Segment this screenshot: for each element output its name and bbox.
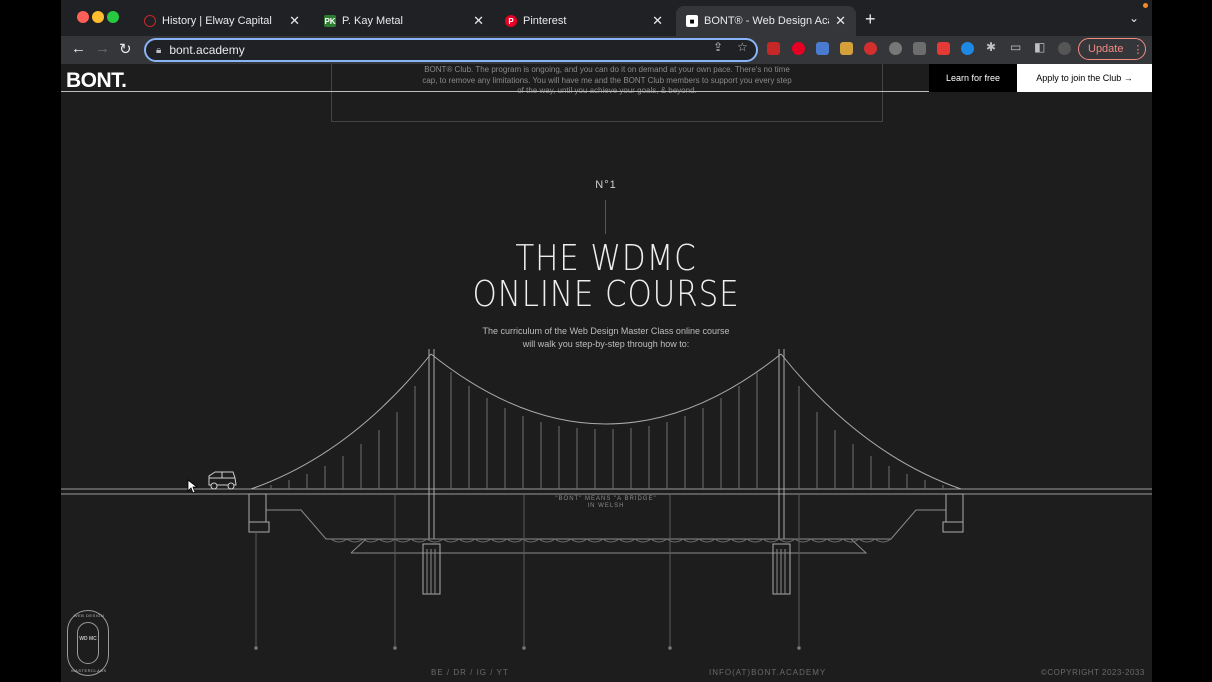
extension-pinterest-icon[interactable]	[792, 42, 805, 55]
reload-icon[interactable]: ↻	[119, 40, 132, 58]
wdmc-badge-logo: WEB DESIGN WD MC MASTERCLASS	[67, 610, 109, 676]
bridge-caption: "BONT" MEANS "A BRIDGE" IN WELSH	[541, 496, 671, 510]
extension-notes-icon[interactable]	[840, 42, 853, 55]
new-tab-button[interactable]: +	[865, 9, 876, 30]
extension-lastpass-icon[interactable]	[767, 42, 780, 55]
back-arrow-icon[interactable]: ←	[71, 40, 86, 57]
headline-line-1: THE WDMC	[515, 238, 697, 279]
extension-blue-icon[interactable]	[961, 42, 974, 55]
bridge-caption-line-1: "BONT" MEANS "A BRIDGE"	[555, 496, 657, 502]
extension-grid-icon[interactable]	[913, 42, 926, 55]
page-viewport: BONT® Club. The program is ongoing, and …	[61, 64, 1152, 682]
update-label: Update	[1088, 43, 1124, 55]
car-icon	[208, 471, 237, 490]
badge-top-text: WEB DESIGN	[73, 613, 105, 618]
close-tab-icon[interactable]: ✕	[289, 13, 300, 29]
close-tab-icon[interactable]: ✕	[652, 13, 663, 29]
footer-email-link[interactable]: INFO(AT)BONT.ACADEMY	[709, 668, 826, 677]
extension-k-icon[interactable]	[889, 42, 902, 55]
side-panel-icon[interactable]: ◧	[1034, 40, 1045, 54]
tab-elway-capital[interactable]: History | Elway Capital ✕	[134, 6, 310, 36]
badge-center: WD MC	[77, 622, 99, 664]
footer-copyright: ©COPYRIGHT 2023-2033	[1041, 668, 1145, 677]
pk-favicon-icon: PK	[324, 15, 336, 27]
tab-strip: History | Elway Capital ✕ PK P. Kay Meta…	[61, 0, 1152, 36]
update-button[interactable]: Update ⋮	[1078, 38, 1146, 60]
section-number: N°1	[595, 179, 617, 191]
minimize-window-button[interactable]	[92, 11, 104, 23]
bookmark-star-icon[interactable]: ☆	[737, 40, 748, 54]
tab-title: P. Kay Metal	[342, 15, 403, 27]
extension-dots-icon[interactable]	[937, 42, 950, 55]
extensions-puzzle-icon[interactable]: ✱	[986, 40, 996, 54]
page-headline: THE WDMC ONLINE COURSE	[430, 241, 783, 313]
url-text: bont.academy	[169, 43, 245, 57]
tab-bont-academy[interactable]: ■ BONT® - Web Design Academ ✕	[676, 6, 856, 36]
extension-new-icon[interactable]	[816, 42, 829, 55]
tab-search-chevron-icon[interactable]: ⌄	[1129, 11, 1139, 25]
close-tab-icon[interactable]: ✕	[835, 13, 846, 29]
badge-bottom-text: MASTERCLASS	[71, 668, 107, 673]
site-logo[interactable]: BONT.	[66, 69, 127, 93]
number-divider	[605, 200, 606, 234]
elway-favicon-icon	[144, 15, 156, 27]
extension-hand-icon[interactable]	[864, 42, 877, 55]
headline-line-2: ONLINE COURSE	[472, 274, 740, 315]
recording-indicator-icon	[1143, 3, 1148, 8]
bont-favicon-icon: ■	[686, 15, 698, 27]
address-bar[interactable]: 🔒︎ bont.academy	[144, 38, 758, 62]
menu-dots-icon[interactable]: ⋮	[1132, 43, 1143, 56]
tab-title: Pinterest	[523, 15, 567, 27]
apply-to-club-button[interactable]: Apply to join the Club →	[1017, 64, 1152, 92]
forward-arrow-icon[interactable]: →	[95, 40, 110, 57]
profile-avatar-icon[interactable]	[1058, 42, 1071, 55]
tab-title: BONT® - Web Design Academ	[704, 15, 829, 27]
close-window-button[interactable]	[77, 11, 89, 23]
footer-social-links[interactable]: BE / DR / IG / YT	[431, 668, 509, 677]
tab-pkay-metal[interactable]: PK P. Kay Metal ✕	[314, 6, 494, 36]
lock-icon: 🔒︎	[156, 44, 162, 56]
mouse-cursor-icon	[187, 479, 197, 494]
browser-toolbar: ← → ↻ 🔒︎ bont.academy ⇪ ☆ ✱ ▭ ◧ Update ⋮	[61, 36, 1152, 64]
maximize-window-button[interactable]	[107, 11, 119, 23]
learn-for-free-button[interactable]: Learn for free	[929, 64, 1017, 92]
close-tab-icon[interactable]: ✕	[473, 13, 484, 29]
pinterest-favicon-icon: P	[505, 15, 517, 27]
cast-icon[interactable]: ▭	[1010, 40, 1021, 54]
bridge-caption-line-2: IN WELSH	[587, 503, 625, 509]
browser-window: History | Elway Capital ✕ PK P. Kay Meta…	[61, 0, 1152, 682]
tab-title: History | Elway Capital	[162, 15, 272, 27]
share-icon[interactable]: ⇪	[713, 40, 723, 54]
tab-pinterest[interactable]: P Pinterest ✕	[495, 6, 673, 36]
